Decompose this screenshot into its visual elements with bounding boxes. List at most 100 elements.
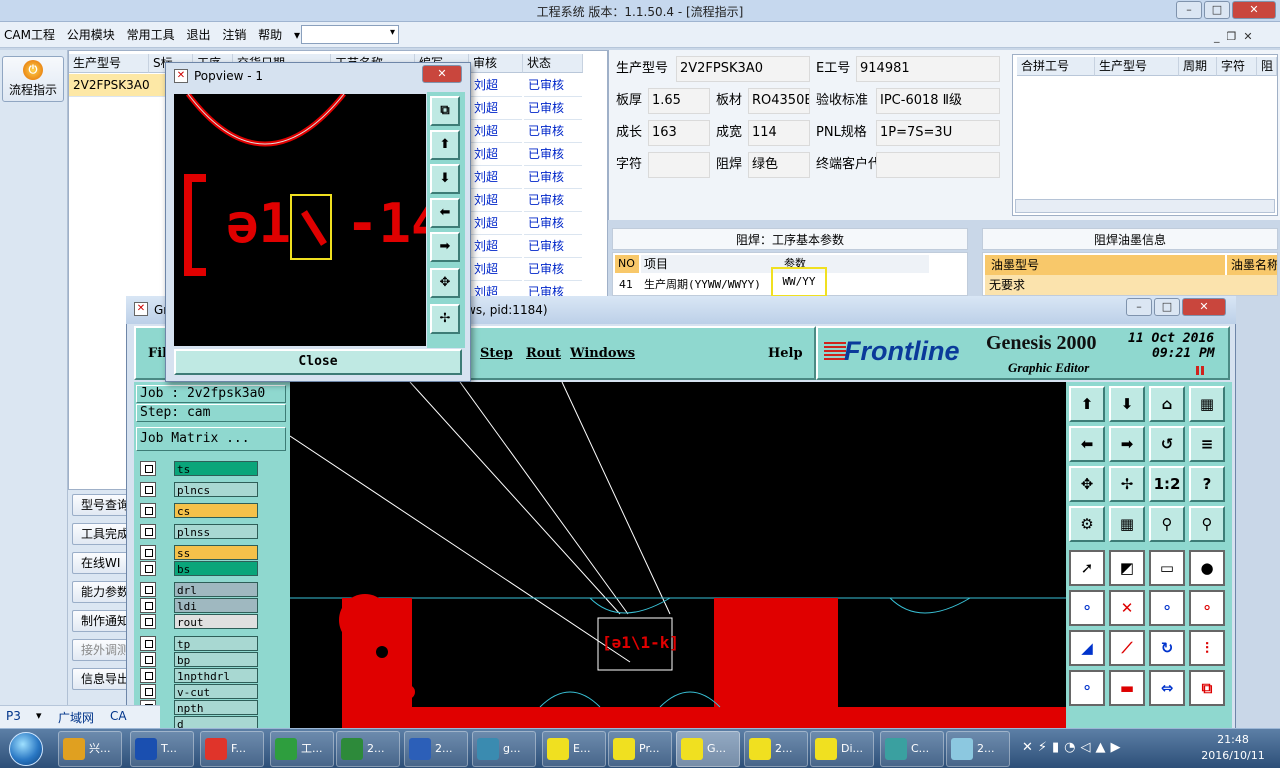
- popview-canvas[interactable]: ə1 -14: [174, 94, 426, 346]
- ink-row[interactable]: 无要求: [985, 275, 1277, 295]
- menu-help[interactable]: 帮助: [254, 22, 286, 48]
- mdi-controls[interactable]: _ ❐ ✕: [1214, 30, 1253, 43]
- status-dropdown-icon[interactable]: ▾: [36, 709, 42, 722]
- taskbar-item-11[interactable]: Di...: [810, 731, 874, 767]
- export-button[interactable]: 信息导出: [72, 668, 134, 690]
- ruler-icon[interactable]: ▭: [1149, 550, 1185, 586]
- popview-down-icon[interactable]: ⬇: [430, 164, 460, 194]
- eno-field[interactable]: 914981: [856, 56, 1000, 82]
- row-status-0[interactable]: 已审核: [524, 74, 582, 97]
- popview-left-icon[interactable]: ⬅: [430, 198, 460, 228]
- menu-cam[interactable]: CAM工程: [0, 22, 59, 48]
- taskbar-item-3[interactable]: 工...: [270, 731, 334, 767]
- probe2-icon[interactable]: ⚲: [1189, 506, 1225, 542]
- center-icon[interactable]: ✢: [1109, 466, 1145, 502]
- bar-icon[interactable]: ▬: [1109, 670, 1145, 706]
- std-field[interactable]: IPC-6018 Ⅱ级: [876, 88, 1000, 114]
- len-field[interactable]: 163: [648, 120, 710, 146]
- row-review-2[interactable]: 刘超: [470, 120, 522, 143]
- row-status-1[interactable]: 已审核: [524, 97, 582, 120]
- row-status-6[interactable]: 已审核: [524, 212, 582, 235]
- left-icon[interactable]: ⬅: [1069, 426, 1105, 462]
- row-review-3[interactable]: 刘超: [470, 143, 522, 166]
- merge-col-cycle[interactable]: 周期: [1179, 57, 1217, 76]
- genesis-menu-help[interactable]: Help: [768, 346, 803, 361]
- layer-checkbox[interactable]: [140, 482, 156, 497]
- genesis-menu-windows[interactable]: Windows: [570, 346, 635, 361]
- params-value[interactable]: WW/YY: [771, 267, 827, 297]
- layer-checkbox[interactable]: [140, 614, 156, 629]
- row-review-7[interactable]: 刘超: [470, 235, 522, 258]
- row-status-7[interactable]: 已审核: [524, 235, 582, 258]
- layer-row-6[interactable]: drl: [140, 582, 258, 597]
- row-review-6[interactable]: 刘超: [470, 212, 522, 235]
- popview-up-icon[interactable]: ⬆: [430, 130, 460, 160]
- layer-row-1[interactable]: plncs: [140, 482, 258, 497]
- row-status-3[interactable]: 已审核: [524, 143, 582, 166]
- popview-zoom-icon[interactable]: ⧉: [430, 96, 460, 126]
- merge-scrollbar[interactable]: [1015, 199, 1275, 213]
- layer-row-9[interactable]: tp: [140, 636, 258, 651]
- layer-row-2[interactable]: cs: [140, 503, 258, 518]
- taskbar-item-7[interactable]: E...: [542, 731, 606, 767]
- graphic-canvas[interactable]: [ə1\1-k]: [290, 382, 1066, 732]
- taskbar-item-8[interactable]: Pr...: [608, 731, 672, 767]
- layer-row-12[interactable]: v-cut: [140, 684, 258, 699]
- grid-icon[interactable]: ▦: [1189, 386, 1225, 422]
- down-icon[interactable]: ⬇: [1109, 386, 1145, 422]
- merge-col-model[interactable]: 生产型号: [1095, 57, 1179, 76]
- layer-row-0[interactable]: ts: [140, 461, 258, 476]
- arrow-icon[interactable]: ➚: [1069, 550, 1105, 586]
- layer-row-8[interactable]: rout: [140, 614, 258, 629]
- col-status[interactable]: 状态: [523, 54, 583, 73]
- genesis-menu-step[interactable]: Step: [480, 346, 513, 361]
- col-review[interactable]: 审核: [469, 54, 523, 73]
- fit-icon[interactable]: ✥: [1069, 466, 1105, 502]
- layer-row-5[interactable]: bs: [140, 561, 258, 576]
- point2-icon[interactable]: ⚬: [1189, 590, 1225, 626]
- capability-button[interactable]: 能力参数: [72, 581, 134, 603]
- layer-checkbox[interactable]: [140, 598, 156, 613]
- layer-checkbox[interactable]: [140, 545, 156, 560]
- copy-icon[interactable]: ⧉: [1189, 670, 1225, 706]
- genesis-close-button[interactable]: ✕: [1182, 298, 1226, 316]
- rotate-icon[interactable]: ↻: [1149, 630, 1185, 666]
- select-icon[interactable]: ◩: [1109, 550, 1145, 586]
- close-button[interactable]: ✕: [1232, 1, 1276, 19]
- snap-icon[interactable]: ⚬: [1069, 670, 1105, 706]
- right-icon[interactable]: ➡: [1109, 426, 1145, 462]
- row-review-8[interactable]: 刘超: [470, 258, 522, 281]
- layer-row-11[interactable]: 1npthdrl: [140, 668, 258, 683]
- popview-close-x[interactable]: ✕: [422, 65, 462, 83]
- row-review-1[interactable]: 刘超: [470, 97, 522, 120]
- notice-button[interactable]: 制作通知: [72, 610, 134, 632]
- maximize-button[interactable]: □: [1204, 1, 1230, 19]
- home-icon[interactable]: ⌂: [1149, 386, 1185, 422]
- cust-field[interactable]: [876, 152, 1000, 178]
- menu-logout[interactable]: 注销: [218, 22, 250, 48]
- start-button[interactable]: [2, 730, 52, 768]
- menu-common-module[interactable]: 公用模块: [63, 22, 119, 48]
- layer-checkbox[interactable]: [140, 503, 156, 518]
- dot-icon[interactable]: ●: [1189, 550, 1225, 586]
- layer-row-4[interactable]: ss: [140, 545, 258, 560]
- taskbar-item-10[interactable]: 2...: [744, 731, 808, 767]
- layer-checkbox[interactable]: [140, 684, 156, 699]
- mask-field[interactable]: 绿色: [748, 152, 810, 178]
- layer-row-3[interactable]: plnss: [140, 524, 258, 539]
- layer-checkbox[interactable]: [140, 582, 156, 597]
- row-status-5[interactable]: 已审核: [524, 189, 582, 212]
- model-query-button[interactable]: 型号查询: [72, 494, 134, 516]
- row-review-5[interactable]: 刘超: [470, 189, 522, 212]
- undo-icon[interactable]: ↺: [1149, 426, 1185, 462]
- probe-icon[interactable]: ⚲: [1149, 506, 1185, 542]
- merge-col-eno[interactable]: 合拼工号: [1017, 57, 1095, 76]
- genesis-minimize-button[interactable]: –: [1126, 298, 1152, 316]
- row-review-4[interactable]: 刘超: [470, 166, 522, 189]
- layer-row-7[interactable]: ldi: [140, 598, 258, 613]
- taskbar-item-12[interactable]: C...: [880, 731, 944, 767]
- merge-col-char[interactable]: 字符: [1217, 57, 1257, 76]
- thick-field[interactable]: 1.65: [648, 88, 710, 114]
- row-status-2[interactable]: 已审核: [524, 120, 582, 143]
- job-matrix-button[interactable]: Job Matrix ...: [136, 427, 286, 451]
